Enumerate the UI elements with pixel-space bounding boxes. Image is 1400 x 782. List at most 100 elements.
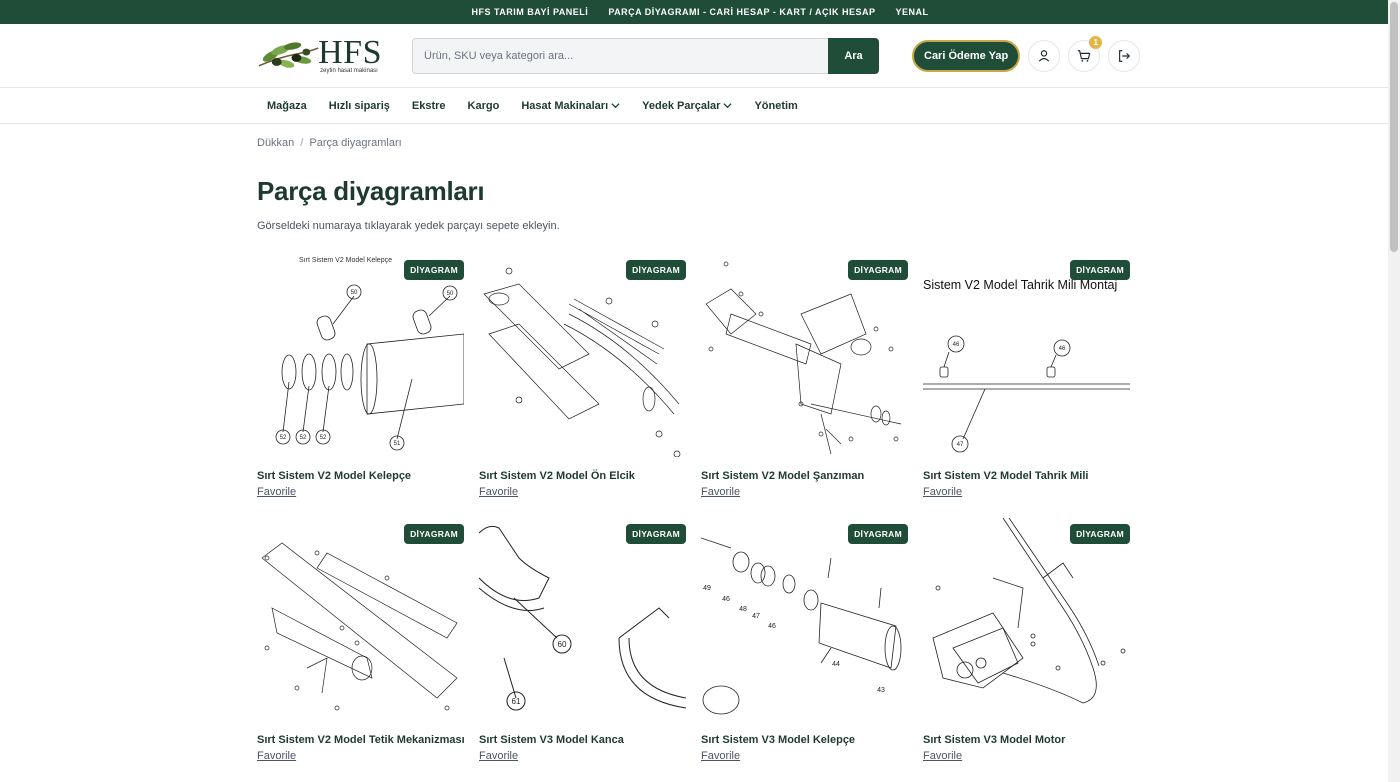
- favorite-link[interactable]: Favorile: [923, 750, 962, 762]
- diagram-badge: DİYAGRAM: [404, 260, 464, 280]
- favorite-link[interactable]: Favorile: [479, 486, 518, 498]
- card-title[interactable]: Sırt Sistem V2 Model Tahrik Mili: [923, 470, 1130, 482]
- nav-item-quick-order[interactable]: Hızlı sipariş: [329, 100, 390, 112]
- diagram-label: 60: [558, 640, 567, 649]
- logo-text: HFS: [318, 33, 382, 71]
- topbar-link-user[interactable]: YENAL: [896, 7, 929, 17]
- diagram-drawing: 60 61: [479, 525, 686, 711]
- diagram-label: 52: [320, 435, 327, 441]
- search-input[interactable]: [412, 37, 828, 74]
- diagram-grid: 50 50 52 52 52 51 Sırt Sistem V2 Model K…: [257, 254, 1132, 782]
- diagram-caption: Sistem V2 Model Tahrik Mili Montaj: [923, 278, 1118, 292]
- card-title[interactable]: Sırt Sistem V2 Model Ön Elcik: [479, 470, 686, 482]
- diagram-label: 48: [739, 606, 747, 613]
- diagram-image[interactable]: DİYAGRAM: [257, 518, 464, 721]
- diagram-image[interactable]: DİYAGRAM: [701, 254, 908, 457]
- breadcrumb: Dükkan / Parça diyagramları: [257, 137, 402, 149]
- diagram-label: 47: [957, 442, 964, 448]
- diagram-card[interactable]: 50 50 52 52 52 51 Sırt Sistem V2 Model K…: [257, 254, 464, 518]
- search-bar: Ara: [412, 37, 879, 74]
- diagram-badge: DİYAGRAM: [1070, 524, 1130, 544]
- diagram-label: 46: [953, 342, 960, 348]
- diagram-image[interactable]: 46 46 47 Sistem V2 Model Tahrik Mili Mon…: [923, 254, 1130, 457]
- diagram-label: 46: [1059, 346, 1066, 352]
- favorite-link[interactable]: Favorile: [479, 750, 518, 762]
- diagram-drawing: 49 46 48 47 46 44 43: [701, 537, 902, 715]
- breadcrumb-home[interactable]: Dükkan: [257, 137, 294, 149]
- favorite-link[interactable]: Favorile: [923, 486, 962, 498]
- diagram-label: 44: [832, 661, 840, 668]
- diagram-badge: DİYAGRAM: [626, 260, 686, 280]
- topbar-link-panel[interactable]: HFS TARIM BAYİ PANELİ: [471, 7, 588, 17]
- diagram-card[interactable]: 46 46 47 Sistem V2 Model Tahrik Mili Mon…: [923, 254, 1130, 518]
- page-scrollbar[interactable]: [1388, 0, 1400, 782]
- diagram-drawing: [932, 518, 1126, 704]
- diagram-badge: DİYAGRAM: [1070, 260, 1130, 280]
- diagram-label: 49: [703, 585, 711, 592]
- nav-item-harvest-machines[interactable]: Hasat Makinaları: [521, 100, 620, 112]
- diagram-label: 51: [394, 441, 401, 447]
- search-button[interactable]: Ara: [828, 37, 879, 74]
- logout-icon: [1119, 49, 1131, 62]
- nav-item-spare-parts[interactable]: Yedek Parçalar: [642, 100, 732, 112]
- diagram-badge: DİYAGRAM: [848, 260, 908, 280]
- diagram-image[interactable]: DİYAGRAM: [479, 254, 686, 457]
- diagram-drawing: 50 50 52 52 52 51: [275, 284, 464, 451]
- card-title[interactable]: Sırt Sistem V2 Model Tetik Mekanizması: [257, 734, 465, 746]
- diagram-image[interactable]: 50 50 52 52 52 51 Sırt Sistem V2 Model K…: [257, 254, 464, 457]
- diagram-label: 46: [768, 623, 776, 630]
- diagram-label: 52: [280, 435, 287, 441]
- cart-button[interactable]: 1: [1068, 35, 1103, 72]
- nav-item-shipping[interactable]: Kargo: [468, 100, 500, 112]
- card-title[interactable]: Sırt Sistem V3 Model Motor: [923, 734, 1130, 746]
- nav-item-store[interactable]: Mağaza: [267, 100, 307, 112]
- card-title[interactable]: Sırt Sistem V3 Model Kanca: [479, 734, 686, 746]
- card-title[interactable]: Sırt Sistem V2 Model Kelepçe: [257, 470, 464, 482]
- diagram-label: 50: [447, 291, 454, 297]
- diagram-card[interactable]: DİYAGRAM Sırt Sistem V2 Model Şanzıman F…: [701, 254, 908, 518]
- olive-branch-icon: [258, 41, 319, 68]
- favorite-link[interactable]: Favorile: [701, 486, 740, 498]
- breadcrumb-separator: /: [300, 137, 304, 149]
- diagram-label: 50: [351, 290, 358, 296]
- logout-button[interactable]: [1108, 39, 1141, 72]
- user-icon: [1038, 49, 1050, 62]
- pay-button[interactable]: Cari Ödeme Yap: [912, 39, 1021, 72]
- cart-count-badge: 1: [1089, 35, 1103, 49]
- diagram-image[interactable]: DİYAGRAM: [923, 518, 1130, 721]
- main-nav: Mağaza Hızlı sipariş Ekstre Kargo Hasat …: [0, 88, 1400, 124]
- diagram-label: 47: [752, 613, 760, 620]
- page-description: Görseldeki numaraya tıklayarak yedek par…: [257, 220, 560, 232]
- diagram-card[interactable]: 60 61 DİYAGRAM Sırt Sistem V3 Model Kanc…: [479, 518, 686, 782]
- topbar-link-diagram[interactable]: PARÇA DİYAGRAMI - CARİ HESAP - KART / AÇ…: [608, 7, 875, 17]
- favorite-link[interactable]: Favorile: [257, 486, 296, 498]
- account-button[interactable]: [1028, 39, 1061, 72]
- diagram-drawing: [483, 267, 681, 457]
- nav-item-statement[interactable]: Ekstre: [412, 100, 446, 112]
- logo-subtext: zeytin hasat makinası: [320, 67, 378, 74]
- card-title[interactable]: Sırt Sistem V2 Model Şanzıman: [701, 470, 908, 482]
- diagram-card[interactable]: DİYAGRAM Sırt Sistem V2 Model Ön Elcik F…: [479, 254, 686, 518]
- diagram-label: 43: [877, 687, 885, 694]
- diagram-card[interactable]: 49 46 48 47 46 44 43 DİYAGRAM Sırt Siste…: [701, 518, 908, 782]
- favorite-link[interactable]: Favorile: [701, 750, 740, 762]
- chevron-down-icon: [611, 103, 620, 109]
- diagram-label: 46: [722, 596, 730, 603]
- card-title[interactable]: Sırt Sistem V3 Model Kelepçe: [701, 734, 908, 746]
- logo[interactable]: HFS zeytin hasat makinası: [257, 34, 382, 78]
- diagram-caption: Sırt Sistem V2 Model Kelepçe: [299, 257, 392, 264]
- favorite-link[interactable]: Favorile: [257, 750, 296, 762]
- scrollbar-thumb[interactable]: [1390, 2, 1398, 252]
- diagram-card[interactable]: DİYAGRAM Sırt Sistem V2 Model Tetik Meka…: [257, 518, 465, 782]
- diagram-drawing: [705, 261, 902, 455]
- diagram-card[interactable]: DİYAGRAM Sırt Sistem V3 Model Motor Favo…: [923, 518, 1130, 782]
- header: HFS zeytin hasat makinası Ara Cari Ödeme…: [0, 24, 1400, 88]
- diagram-image[interactable]: 49 46 48 47 46 44 43 DİYAGRAM: [701, 518, 908, 721]
- top-bar: HFS TARIM BAYİ PANELİ PARÇA DİYAGRAMI - …: [0, 0, 1400, 24]
- diagram-badge: DİYAGRAM: [848, 524, 908, 544]
- nav-item-management[interactable]: Yönetim: [754, 100, 797, 112]
- diagram-image[interactable]: 60 61 DİYAGRAM: [479, 518, 686, 721]
- diagram-badge: DİYAGRAM: [404, 524, 464, 544]
- diagram-drawing: [261, 542, 458, 711]
- nav-item-label: Hasat Makinaları: [521, 99, 609, 112]
